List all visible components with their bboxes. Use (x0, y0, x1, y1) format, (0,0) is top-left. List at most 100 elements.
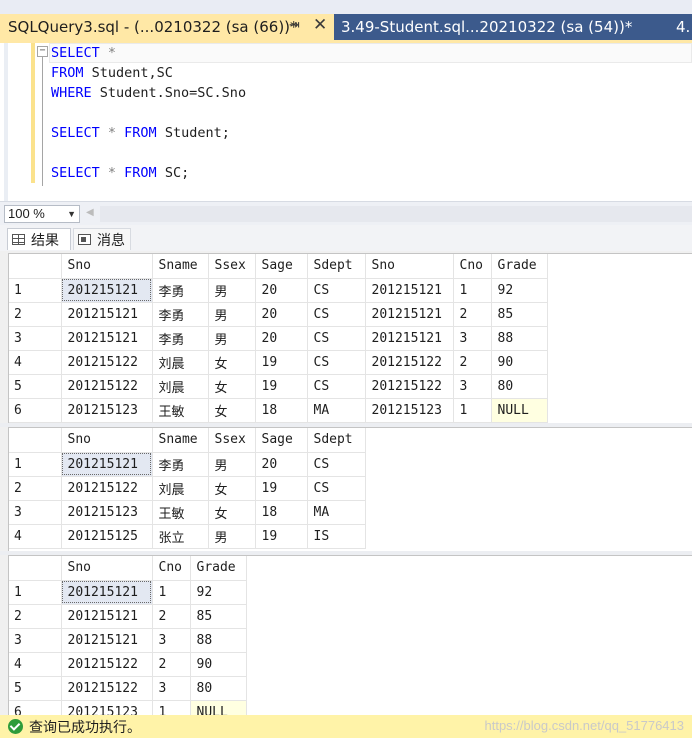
table-cell[interactable]: 男 (208, 302, 256, 327)
horizontal-scrollbar[interactable] (100, 206, 692, 222)
table-cell[interactable]: 3 (453, 374, 492, 399)
table-cell[interactable]: 201215121 (61, 278, 153, 303)
close-icon[interactable]: ✕ (313, 15, 327, 35)
table-cell[interactable]: 201215125 (61, 524, 153, 549)
table-cell[interactable]: NULL (190, 700, 247, 715)
table-cell[interactable]: 201215121 (365, 302, 454, 327)
table-cell[interactable]: 201215123 (61, 700, 153, 715)
table-cell[interactable]: 18 (255, 398, 308, 423)
table-row[interactable]: 2 201215122 刘晨女 19 CS (9, 476, 366, 501)
column-header[interactable]: Sno (61, 428, 153, 453)
code-line-1[interactable]: SELECT * (51, 43, 116, 63)
column-header[interactable]: Grade (190, 556, 247, 581)
table-cell[interactable]: 1 (453, 398, 492, 423)
table-cell[interactable]: 3 (152, 628, 191, 653)
table-row[interactable]: 1 201215121 1 92 (9, 580, 247, 605)
table-cell[interactable]: 201215121 (365, 326, 454, 351)
table-cell[interactable]: 20 (255, 278, 308, 303)
table-cell[interactable]: 1 (453, 278, 492, 303)
table-row[interactable]: 3 201215121 李勇男 20 CS 201215121 3 88 (9, 326, 548, 351)
table-cell[interactable]: 80 (190, 676, 247, 701)
table-row[interactable]: 6 201215123 1 NULL (9, 700, 247, 715)
table-cell[interactable]: 88 (491, 326, 548, 351)
table-cell[interactable]: 201215123 (61, 398, 153, 423)
table-cell[interactable]: 3 (152, 676, 191, 701)
table-cell[interactable]: 88 (190, 628, 247, 653)
table-row[interactable]: 6 201215123 王敏女 18 MA 201215123 1 NULL (9, 398, 548, 423)
table-cell[interactable]: 92 (190, 580, 247, 605)
table-cell[interactable]: 18 (255, 500, 308, 525)
table-cell[interactable]: 90 (491, 350, 548, 375)
table-cell[interactable]: 男 (208, 278, 256, 303)
table-cell[interactable]: CS (307, 452, 366, 477)
table-cell[interactable]: 1 (152, 700, 191, 715)
table-cell[interactable]: 201215121 (61, 628, 153, 653)
table-cell[interactable]: 男 (208, 452, 256, 477)
table-cell[interactable]: 李勇 (152, 302, 209, 327)
table-cell[interactable]: 201215122 (61, 676, 153, 701)
table-cell[interactable]: 201215122 (365, 350, 454, 375)
table-cell[interactable]: 王敏 (152, 398, 209, 423)
column-header[interactable]: Sname (152, 428, 209, 453)
table-cell[interactable]: 201215122 (61, 652, 153, 677)
table-row[interactable]: 5 201215122 3 80 (9, 676, 247, 701)
table-cell[interactable]: 刘晨 (152, 476, 209, 501)
column-header[interactable]: Sage (255, 254, 308, 279)
table-cell[interactable]: 女 (208, 476, 256, 501)
result-grid-3[interactable]: Sno Cno Grade 1 201215121 1 92 2 201215121 2 85… (8, 555, 692, 715)
table-cell[interactable]: 90 (190, 652, 247, 677)
table-cell[interactable]: 男 (208, 326, 256, 351)
code-line-7[interactable]: SELECT * FROM SC; (51, 163, 189, 183)
table-cell[interactable]: 19 (255, 350, 308, 375)
table-cell[interactable]: 2 (152, 652, 191, 677)
table-cell[interactable]: 201215121 (61, 302, 153, 327)
column-header[interactable]: Ssex (208, 254, 256, 279)
tab-messages[interactable]: 消息 (73, 228, 131, 250)
table-cell[interactable]: 20 (255, 326, 308, 351)
code-line-3[interactable]: WHERE Student.Sno=SC.Sno (51, 83, 246, 103)
table-cell[interactable]: 女 (208, 398, 256, 423)
table-row[interactable]: 4 201215122 刘晨女 19 CS 201215122 2 90 (9, 350, 548, 375)
result-grid-1[interactable]: Sno Sname Ssex Sage Sdept Sno Cno Grade … (8, 253, 692, 423)
column-header[interactable]: Sage (255, 428, 308, 453)
table-cell[interactable]: 19 (255, 524, 308, 549)
table-cell[interactable]: 80 (491, 374, 548, 399)
table-cell[interactable]: 2 (152, 604, 191, 629)
table-cell[interactable]: 刘晨 (152, 374, 209, 399)
tab-overflow-label[interactable]: 4. (676, 18, 690, 36)
table-cell[interactable]: 85 (491, 302, 548, 327)
table-cell[interactable]: 92 (491, 278, 548, 303)
table-cell[interactable]: 201215121 (61, 604, 153, 629)
table-row[interactable]: 4 201215125 张立男 19 IS (9, 524, 366, 549)
table-cell[interactable]: NULL (491, 398, 548, 423)
table-row[interactable]: 1 201215121 李勇男 20 CS (9, 452, 366, 477)
table-cell[interactable]: 王敏 (152, 500, 209, 525)
table-cell[interactable]: 201215122 (61, 374, 153, 399)
code-line-5[interactable]: SELECT * FROM Student; (51, 123, 230, 143)
table-cell[interactable]: MA (307, 398, 366, 423)
table-cell[interactable]: CS (307, 278, 366, 303)
table-cell[interactable]: 女 (208, 374, 256, 399)
table-row[interactable]: 2 201215121 李勇男 20 CS 201215121 2 85 (9, 302, 548, 327)
tab-results[interactable]: 结果 (7, 228, 71, 250)
table-row[interactable]: 3 201215123 王敏女 18 MA (9, 500, 366, 525)
column-header[interactable]: Ssex (208, 428, 256, 453)
table-cell[interactable]: CS (307, 350, 366, 375)
table-cell[interactable]: 19 (255, 476, 308, 501)
column-header[interactable]: Cno (453, 254, 492, 279)
table-row[interactable]: 3 201215121 3 88 (9, 628, 247, 653)
table-cell[interactable]: 女 (208, 500, 256, 525)
result-grid-2[interactable]: Sno Sname Ssex Sage Sdept 1 201215121 李勇男 2… (8, 427, 692, 551)
table-cell[interactable]: CS (307, 476, 366, 501)
column-header[interactable]: Sdept (307, 428, 366, 453)
table-cell[interactable]: 201215123 (365, 398, 454, 423)
table-cell[interactable]: 201215121 (61, 580, 153, 605)
table-cell[interactable]: 201215122 (61, 350, 153, 375)
table-cell[interactable]: 201215123 (61, 500, 153, 525)
tab-student-sql[interactable]: 3.49-Student.sql...20210322 (sa (54))* 4… (334, 14, 692, 40)
table-row[interactable]: 5 201215122 刘晨女 19 CS 201215122 3 80 (9, 374, 548, 399)
code-line-2[interactable]: FROM Student,SC (51, 63, 173, 83)
table-cell[interactable]: 李勇 (152, 452, 209, 477)
column-header[interactable]: Sname (152, 254, 209, 279)
column-header[interactable]: Cno (152, 556, 191, 581)
